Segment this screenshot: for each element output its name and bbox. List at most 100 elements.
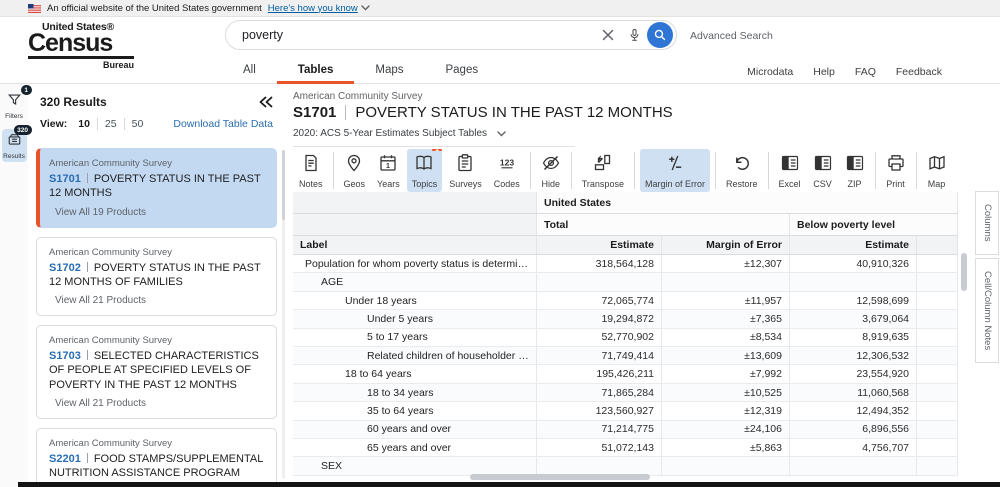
- estimate-cell[interactable]: 71,214,775: [537, 420, 662, 439]
- table-row[interactable]: Under 5 years 19,294,872 ±7,365 3,679,06…: [293, 310, 958, 329]
- collapse-sidebar-icon[interactable]: [259, 96, 273, 108]
- below-estimate-cell[interactable]: 40,910,326: [790, 255, 917, 273]
- geo-header[interactable]: United States: [537, 192, 958, 213]
- column-header-moe[interactable]: Margin of Error: [662, 236, 790, 254]
- how-you-know-link[interactable]: Here's how you know: [268, 3, 370, 14]
- toolbar-button-codes[interactable]: 123 Codes: [489, 149, 525, 192]
- toolbar-button-zip[interactable]: ZIP: [840, 149, 870, 192]
- below-estimate-cell[interactable]: 11,060,568: [790, 383, 917, 402]
- utility-link-feedback[interactable]: Feedback: [896, 66, 942, 78]
- moe-cell[interactable]: [662, 273, 790, 291]
- column-header-below-estimate[interactable]: Estimate: [790, 236, 917, 254]
- table-row[interactable]: 18 to 34 years 71,865,284 ±10,525 11,060…: [293, 383, 958, 403]
- toolbar-button-print[interactable]: Print: [881, 149, 911, 192]
- estimate-cell[interactable]: 51,072,143: [537, 439, 662, 457]
- below-estimate-cell[interactable]: 23,554,920: [790, 365, 917, 383]
- below-estimate-cell[interactable]: 12,598,699: [790, 291, 917, 310]
- table-row[interactable]: 18 to 64 years 195,426,211 ±7,992 23,554…: [293, 365, 958, 384]
- moe-cell[interactable]: ±12,307: [662, 255, 790, 273]
- toolbar-button-restore[interactable]: Restore: [721, 149, 763, 192]
- moe-cell[interactable]: ±8,534: [662, 328, 790, 347]
- side-tab-cell-column-notes[interactable]: Cell/Column Notes: [975, 257, 999, 363]
- card-table-id[interactable]: S1702: [49, 262, 81, 274]
- toolbar-button-geos[interactable]: Geos: [339, 149, 371, 192]
- below-estimate-cell[interactable]: 12,306,532: [790, 347, 917, 365]
- estimate-cell[interactable]: 195,426,211: [537, 365, 662, 383]
- advanced-search-link[interactable]: Advanced Search: [690, 30, 773, 42]
- rail-item-filters[interactable]: 1 Filters: [2, 85, 32, 122]
- view-all-products-link[interactable]: View All 21 Products: [49, 398, 264, 409]
- card-table-id[interactable]: S2201: [49, 453, 81, 465]
- estimate-cell[interactable]: 71,865,284: [537, 383, 662, 402]
- result-card-s1703[interactable]: American Community Survey S1703 SELECTED …: [36, 325, 277, 420]
- moe-cell[interactable]: ±10,525: [662, 383, 790, 402]
- result-card-s2201[interactable]: American Community Survey S2201 FOOD STAM…: [36, 428, 277, 487]
- view-all-products-link[interactable]: View All 21 Products: [49, 295, 264, 306]
- view-option-10[interactable]: 10: [71, 118, 97, 130]
- estimate-cell[interactable]: 72,065,774: [537, 291, 662, 310]
- tab-maps[interactable]: Maps: [354, 59, 424, 84]
- toolbar-button-surveys[interactable]: Surveys: [444, 149, 487, 192]
- table-row[interactable]: 60 years and over 71,214,775 ±24,106 6,8…: [293, 420, 958, 440]
- search-button[interactable]: [647, 22, 673, 48]
- utility-link-faq[interactable]: FAQ: [855, 66, 876, 78]
- search-box[interactable]: poverty: [225, 20, 677, 50]
- estimate-cell[interactable]: 71,749,414: [537, 347, 662, 365]
- card-table-id[interactable]: S1701: [49, 173, 81, 185]
- card-table-id[interactable]: S1703: [49, 350, 81, 362]
- column-header-label[interactable]: Label: [293, 236, 537, 254]
- below-estimate-cell[interactable]: [790, 273, 917, 291]
- below-estimate-cell[interactable]: 8,919,635: [790, 328, 917, 347]
- clear-search-icon[interactable]: [595, 22, 621, 48]
- download-table-data-link[interactable]: Download Table Data: [173, 118, 273, 130]
- moe-cell[interactable]: ±12,319: [662, 402, 790, 420]
- view-option-25[interactable]: 25: [96, 118, 124, 130]
- horizontal-scrollbar-thumb[interactable]: [470, 474, 650, 480]
- view-option-50[interactable]: 50: [123, 118, 151, 130]
- below-estimate-cell[interactable]: [790, 457, 917, 475]
- utility-link-microdata[interactable]: Microdata: [747, 66, 793, 78]
- estimate-cell[interactable]: 19,294,872: [537, 310, 662, 328]
- toolbar-button-transpose[interactable]: Transpose: [577, 149, 629, 192]
- moe-cell[interactable]: ±11,957: [662, 291, 790, 310]
- vertical-scrollbar-thumb[interactable]: [961, 253, 967, 291]
- estimate-cell[interactable]: 52,770,902: [537, 328, 662, 347]
- table-row[interactable]: Under 18 years 72,065,774 ±11,957 12,598…: [293, 291, 958, 311]
- toolbar-button-notes[interactable]: Notes: [294, 149, 328, 192]
- side-tab-columns[interactable]: Columns: [975, 191, 999, 255]
- table-row[interactable]: Population for whom poverty status is de…: [293, 255, 958, 274]
- table-row[interactable]: 5 to 17 years 52,770,902 ±8,534 8,919,63…: [293, 328, 958, 348]
- result-card-s1701[interactable]: American Community Survey S1701 POVERTY S…: [36, 148, 277, 228]
- below-estimate-cell[interactable]: 12,494,352: [790, 402, 917, 420]
- toolbar-button-topics[interactable]: 1 Topics: [406, 146, 443, 192]
- toolbar-button-years[interactable]: 1 Years: [372, 149, 405, 192]
- estimate-cell[interactable]: [537, 273, 662, 291]
- tab-tables[interactable]: Tables: [276, 59, 355, 84]
- moe-cell[interactable]: ±24,106: [662, 420, 790, 439]
- toolbar-button-hide[interactable]: Hide: [536, 149, 566, 192]
- moe-cell[interactable]: ±7,365: [662, 310, 790, 328]
- rail-item-results[interactable]: 320 Results: [1, 125, 32, 162]
- group-header-below-poverty[interactable]: Below poverty level: [790, 214, 958, 235]
- vintage-selector[interactable]: 2020: ACS 5-Year Estimates Subject Table…: [293, 128, 575, 147]
- table-row[interactable]: Related children of householder under 18…: [293, 347, 958, 366]
- toolbar-button-csv[interactable]: CSV: [808, 149, 838, 192]
- estimate-cell[interactable]: 318,564,128: [537, 255, 662, 273]
- toolbar-button-margin-of-error[interactable]: Margin of Error: [639, 149, 710, 192]
- table-row[interactable]: 65 years and over 51,072,143 ±5,863 4,75…: [293, 439, 958, 458]
- below-estimate-cell[interactable]: 4,756,707: [790, 439, 917, 457]
- tab-all[interactable]: All: [222, 59, 277, 84]
- sidebar-scrollbar-thumb[interactable]: [282, 150, 285, 220]
- table-row[interactable]: AGE: [293, 273, 958, 292]
- moe-cell[interactable]: ±13,609: [662, 347, 790, 365]
- utility-link-help[interactable]: Help: [813, 66, 835, 78]
- column-header-estimate[interactable]: Estimate: [537, 236, 662, 254]
- mic-icon[interactable]: [621, 22, 647, 48]
- estimate-cell[interactable]: 123,560,927: [537, 402, 662, 420]
- group-header-total[interactable]: Total: [537, 214, 790, 235]
- result-card-s1702[interactable]: American Community Survey S1702 POVERTY S…: [36, 236, 277, 317]
- toolbar-button-excel[interactable]: X Excel: [774, 149, 806, 192]
- search-input[interactable]: poverty: [242, 28, 595, 42]
- below-estimate-cell[interactable]: 3,679,064: [790, 310, 917, 328]
- moe-cell[interactable]: ±5,863: [662, 439, 790, 457]
